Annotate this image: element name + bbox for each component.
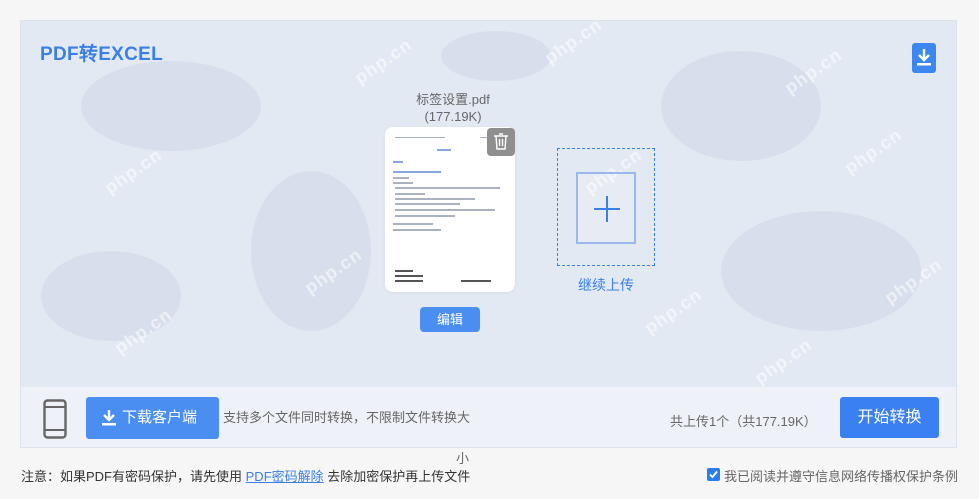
continue-upload-label[interactable]: 继续上传 [557,275,655,295]
delete-file-button[interactable] [487,128,515,156]
continue-upload-box[interactable] [557,148,655,266]
upload-total: 共上传1个（共177.19K） [670,414,817,429]
watermark: php.cn [540,21,606,68]
texture-splash [721,211,921,331]
agree-checkbox[interactable] [707,468,720,481]
texture-splash [441,31,551,81]
watermark: php.cn [100,144,166,198]
watermark: php.cn [750,334,816,387]
support-text-wrap: 小 [456,451,470,466]
trash-icon [494,133,508,150]
phone-icon [43,399,67,444]
password-note: 注意：如果PDF有密码保护，请先使用 PDF密码解除 去除加密保护再上传文件 [21,466,470,485]
file-size: (177.19K) [424,109,482,124]
download-icon[interactable] [912,43,936,73]
check-icon [709,470,718,479]
download-client-label: 下载客户端 [122,409,198,426]
download-arrow-icon [102,410,116,426]
edit-button[interactable]: 编辑 [420,307,480,332]
start-convert-button[interactable]: 开始转换 [840,397,939,438]
texture-splash [81,61,261,151]
upload-area[interactable]: php.cn php.cn php.cn php.cn php.cn php.c… [21,21,956,387]
pdf-password-remove-link[interactable]: PDF密码解除 [246,469,324,484]
watermark: php.cn [350,34,416,88]
agree-label[interactable]: 我已阅读并遵守信息网络传播权保护条例 [724,466,958,485]
action-bar: 下载客户端 支持多个文件同时转换，不限制文件转换大 共上传1个（共177.19K… [21,387,956,447]
watermark: php.cn [840,124,906,178]
download-client-button[interactable]: 下载客户端 [86,397,219,439]
file-name: 标签设置.pdf [416,92,490,107]
texture-splash [661,51,821,161]
note-suffix: 去除加密保护再上传文件 [327,469,471,484]
support-text: 支持多个文件同时转换，不限制文件转换大 [223,410,471,425]
page-title: PDF转EXCEL [40,44,164,65]
note-prefix: 注意：如果PDF有密码保护，请先使用 [21,469,243,484]
converter-panel: php.cn php.cn php.cn php.cn php.cn php.c… [20,20,957,448]
plus-icon[interactable] [576,172,636,244]
